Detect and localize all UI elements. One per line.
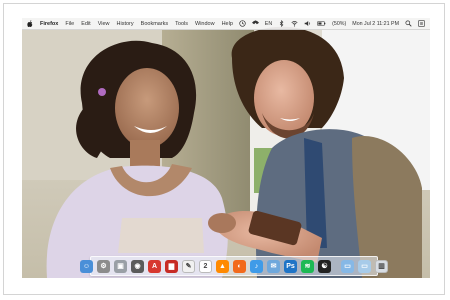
menu-bookmarks[interactable]: Bookmarks xyxy=(141,21,169,27)
yin-yang-icon[interactable]: ☯ xyxy=(318,259,331,273)
menu-window[interactable]: Window xyxy=(195,21,215,27)
menu-history[interactable]: History xyxy=(117,21,134,27)
dropbox-icon[interactable] xyxy=(251,20,259,27)
system-preferences-icon[interactable]: ⚙ xyxy=(97,259,110,273)
dock-apps: ☺ ⚙ ▣ ◉ A ▆ ✎ 2 ▲ ◐ ♪ ✉ Ps ≋ ☯ xyxy=(78,259,333,273)
spotify-icon[interactable]: ≋ xyxy=(301,259,314,273)
downloads-folder-icon[interactable]: ▭ xyxy=(358,259,371,273)
dock-others: ▭ ▭ ▥ xyxy=(339,259,390,273)
wifi-icon[interactable] xyxy=(291,20,298,27)
finder-icon[interactable]: ☺ xyxy=(80,259,93,273)
mail-icon[interactable]: ✉ xyxy=(267,259,280,273)
notification-center-icon[interactable] xyxy=(418,20,425,27)
menu-view[interactable]: View xyxy=(98,21,110,27)
bluetooth-icon[interactable] xyxy=(278,20,285,27)
adobe-acrobat-icon[interactable]: A xyxy=(148,259,161,273)
menu-app-name[interactable]: Firefox xyxy=(40,21,58,27)
menu-bar: Firefox File Edit View History Bookmarks… xyxy=(22,18,430,30)
textedit-icon[interactable]: ✎ xyxy=(182,259,195,273)
trash-icon[interactable]: ▥ xyxy=(375,259,388,273)
spotlight-icon[interactable] xyxy=(405,20,412,27)
apple-menu-icon[interactable] xyxy=(27,20,33,27)
itunes-icon[interactable]: ♪ xyxy=(250,259,263,273)
menu-edit[interactable]: Edit xyxy=(81,21,90,27)
image-capture-icon[interactable]: ▣ xyxy=(114,259,127,273)
applications-folder-icon[interactable]: ▭ xyxy=(341,259,354,273)
desktop-wallpaper xyxy=(22,18,430,278)
menu-file[interactable]: File xyxy=(65,21,74,27)
menu-extras: EN (50%) Mon Jul 2 11:21 PM xyxy=(233,18,425,29)
vlc-icon[interactable]: ▲ xyxy=(216,259,229,273)
photoshop-icon[interactable]: Ps xyxy=(284,259,297,273)
red-app-icon[interactable]: ▆ xyxy=(165,259,178,273)
photo-booth-icon[interactable]: ◉ xyxy=(131,259,144,273)
battery-percent: (50%) xyxy=(332,20,347,27)
timemachine-icon[interactable] xyxy=(239,20,246,27)
calendar-icon[interactable]: 2 xyxy=(199,259,212,273)
input-source-indicator[interactable]: EN xyxy=(265,21,272,27)
dock: ☺ ⚙ ▣ ◉ A ▆ ✎ 2 ▲ ◐ ♪ ✉ Ps ≋ ☯ ▭ ▭ ▥ xyxy=(80,256,388,276)
volume-icon[interactable] xyxy=(304,20,311,27)
menu-help[interactable]: Help xyxy=(222,21,233,27)
battery-icon[interactable] xyxy=(317,20,326,27)
menu-tools[interactable]: Tools xyxy=(175,21,188,27)
menu-clock[interactable]: Mon Jul 2 11:21 PM xyxy=(352,21,399,27)
desktop-screen: Firefox File Edit View History Bookmarks… xyxy=(22,18,430,278)
firefox-icon[interactable]: ◐ xyxy=(233,259,246,273)
